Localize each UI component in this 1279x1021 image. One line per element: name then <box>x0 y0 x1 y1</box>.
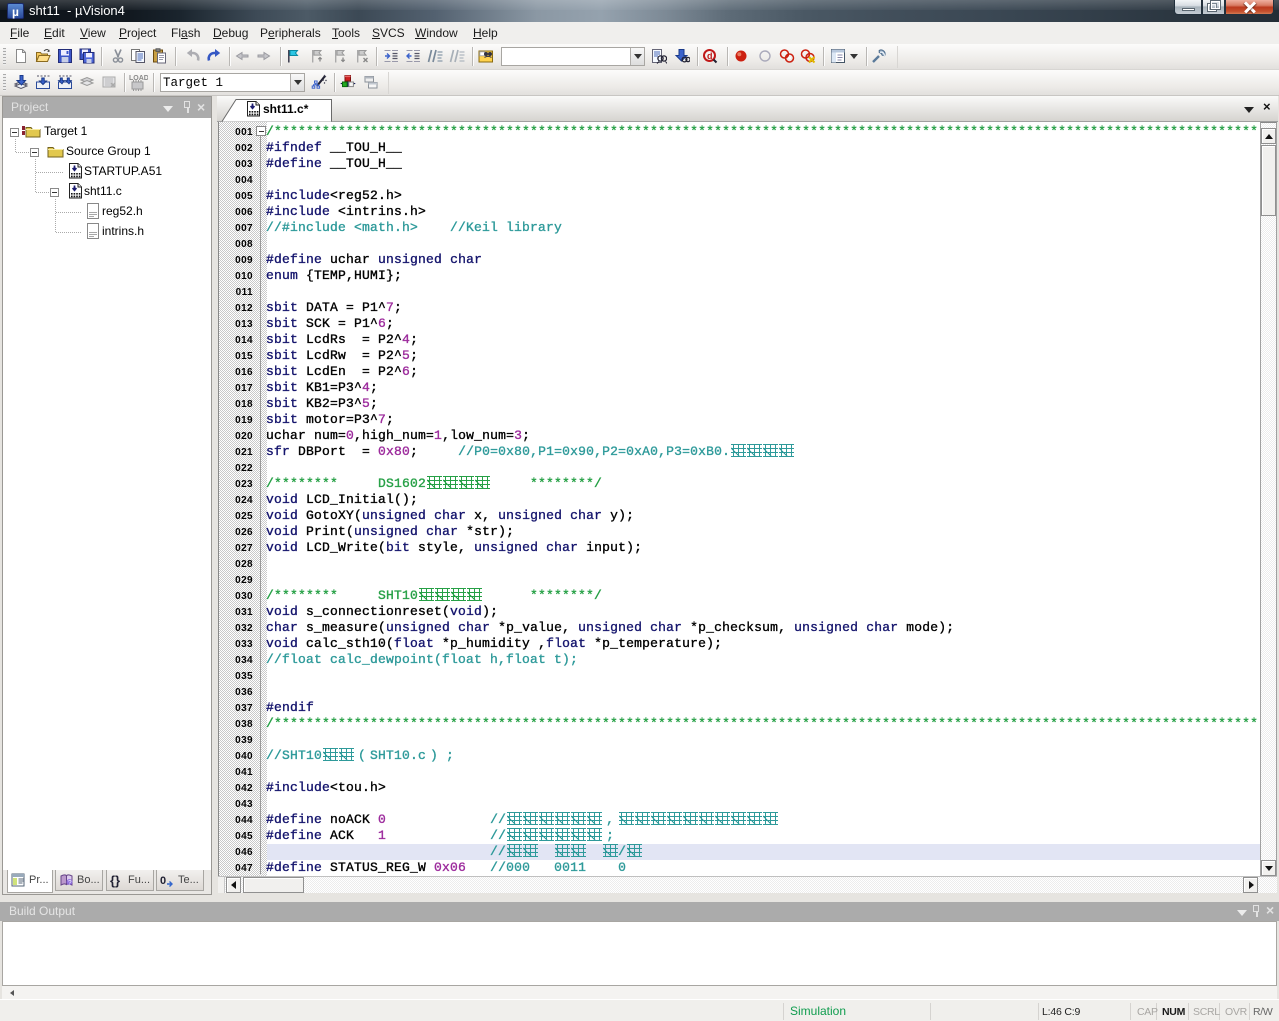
svg-text:{}: {} <box>110 873 120 888</box>
svg-text:?: ? <box>68 880 72 887</box>
svg-text:d: d <box>707 51 713 61</box>
svg-text:0: 0 <box>160 875 166 887</box>
